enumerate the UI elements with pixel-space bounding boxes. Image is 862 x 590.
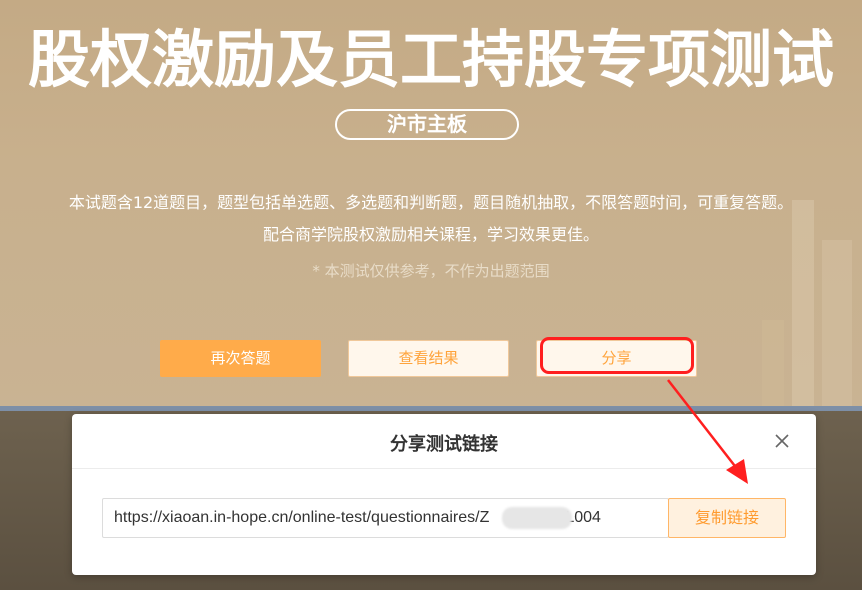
share-button[interactable]: 分享 [536, 340, 697, 377]
share-link-prefix: https://xiaoan.in-hope.cn/online-test/qu… [114, 509, 490, 526]
close-icon[interactable] [772, 431, 792, 451]
retry-button[interactable]: 再次答题 [160, 340, 321, 377]
market-badge: 沪市主板 [335, 109, 519, 140]
view-result-button[interactable]: 查看结果 [348, 340, 509, 377]
test-description-line-1: 本试题含12道题目，题型包括单选题、多选题和判断题，题目随机抽取，不限答题时间，… [68, 193, 794, 212]
dialog-title: 分享测试链接 [390, 434, 498, 455]
hero-banner: 股权激励及员工持股专项测试 沪市主板 本试题含12道题目，题型包括单选题、多选题… [0, 0, 862, 410]
copy-link-button[interactable]: 复制链接 [668, 498, 786, 538]
dialog-header: 分享测试链接 [72, 414, 816, 469]
overlay-edge [0, 406, 862, 411]
test-description-line-2: 配合商学院股权激励相关课程，学习效果更佳。 [262, 225, 599, 244]
disclaimer-note: * 本测试仅供参考，不作为出题范围 [312, 262, 550, 280]
share-link-field[interactable]: https://xiaoan.in-hope.cn/online-test/qu… [102, 498, 669, 538]
share-link-dialog: 分享测试链接 https://xiaoan.in-hope.cn/online-… [72, 414, 816, 575]
page-title: 股权激励及员工持股专项测试 [27, 23, 834, 96]
redacted-link-segment [502, 507, 572, 529]
